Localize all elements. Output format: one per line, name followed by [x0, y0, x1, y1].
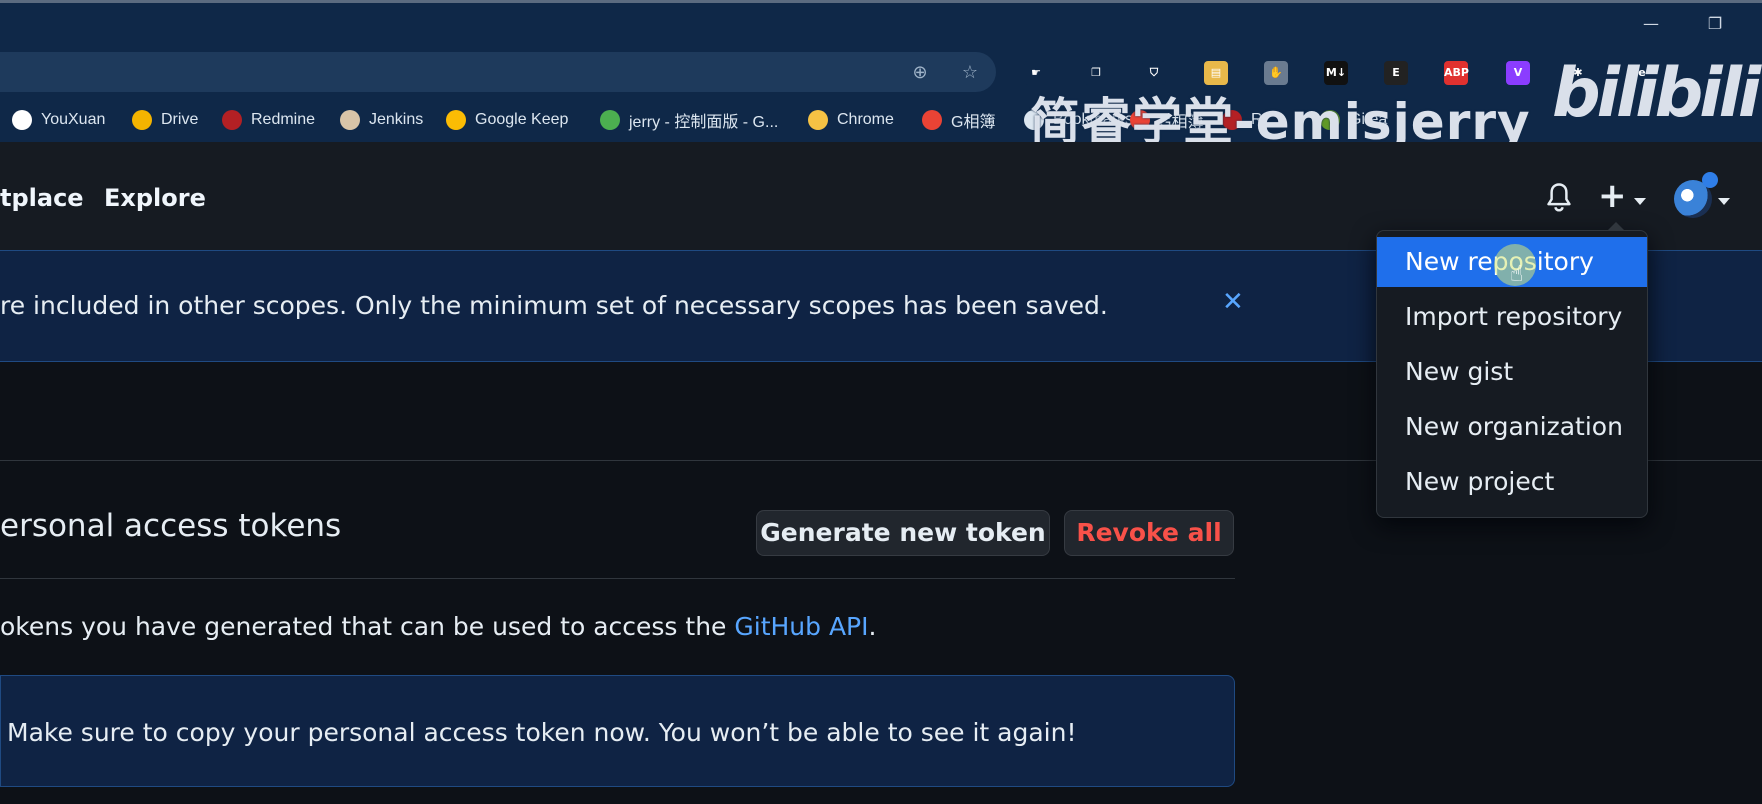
bookmark-label: G相簿	[951, 114, 996, 131]
bookmark-label: Chrome	[837, 111, 894, 128]
page-title: ersonal access tokens	[0, 508, 342, 544]
menu-import-repository[interactable]: Import repository	[1377, 292, 1647, 342]
bookmark-label: Redmine	[251, 111, 316, 128]
bookmark-label: YouXuan	[41, 111, 106, 128]
bell-icon[interactable]	[1544, 182, 1574, 214]
bookmark-item[interactable]: Redmine	[222, 108, 315, 132]
bookmark-label: jerry - 控制面版 - G...	[629, 114, 779, 131]
avatar-chevron-down-icon[interactable]	[1718, 198, 1730, 205]
gitlab-icon	[600, 110, 620, 130]
folder-icon	[808, 110, 828, 130]
description-period: .	[868, 612, 877, 641]
browser-titlebar: — ❐	[0, 0, 1762, 46]
pointer-cursor-icon: ☝	[1510, 262, 1524, 287]
bilibili-logo: bilibili	[1552, 54, 1761, 133]
bookmark-item[interactable]: jerry - 控制面版 - G...	[600, 108, 778, 132]
drive-icon	[132, 110, 152, 130]
bookmark-item[interactable]: Jenkins	[340, 108, 423, 132]
create-new-icon[interactable]: +	[1598, 176, 1627, 216]
minimize-button[interactable]: —	[1640, 13, 1662, 35]
bookmark-label: Jenkins	[369, 111, 424, 128]
github-api-link[interactable]: GitHub API	[734, 612, 868, 641]
menu-new-project[interactable]: New project	[1377, 457, 1647, 507]
generate-token-button[interactable]: Generate new token	[756, 510, 1050, 556]
bookmark-label: Drive	[161, 111, 199, 128]
revoke-all-button[interactable]: Revoke all	[1064, 510, 1234, 556]
jenkins-icon	[340, 110, 360, 130]
nav-marketplace[interactable]: tplace	[0, 184, 84, 212]
tokens-description: okens you have generated that can be use…	[0, 612, 876, 641]
status-dot	[1702, 172, 1718, 188]
bookmark-item[interactable]: Google Keep	[446, 108, 568, 132]
copy-token-notice: Make sure to copy your personal access t…	[0, 675, 1235, 787]
close-icon[interactable]: ✕	[1222, 287, 1244, 317]
address-bar[interactable]: ⊕ ☆	[0, 52, 996, 92]
notice-text: Make sure to copy your personal access t…	[7, 718, 1077, 747]
restore-button[interactable]: ❐	[1704, 13, 1726, 35]
photos-icon	[922, 110, 942, 130]
google-icon	[12, 110, 32, 130]
keep-icon	[446, 110, 466, 130]
bookmark-label: Google Keep	[475, 111, 569, 128]
bookmark-item[interactable]: Drive	[132, 108, 198, 132]
bookmark-item[interactable]: YouXuan	[12, 108, 105, 132]
bookmark-item[interactable]: Chrome	[808, 108, 894, 132]
redmine-icon	[222, 110, 242, 130]
bookmark-star-icon[interactable]: ☆	[958, 62, 982, 84]
menu-new-organization[interactable]: New organization	[1377, 402, 1647, 452]
menu-new-gist[interactable]: New gist	[1377, 347, 1647, 397]
bookmark-item[interactable]: G相簿	[922, 108, 995, 132]
description-text: okens you have generated that can be use…	[0, 612, 735, 641]
nav-explore[interactable]: Explore	[104, 184, 206, 212]
title-divider	[0, 578, 1235, 579]
chevron-down-icon[interactable]	[1634, 198, 1646, 205]
flash-message: re included in other scopes. Only the mi…	[0, 291, 1108, 320]
zoom-icon[interactable]: ⊕	[908, 62, 932, 84]
